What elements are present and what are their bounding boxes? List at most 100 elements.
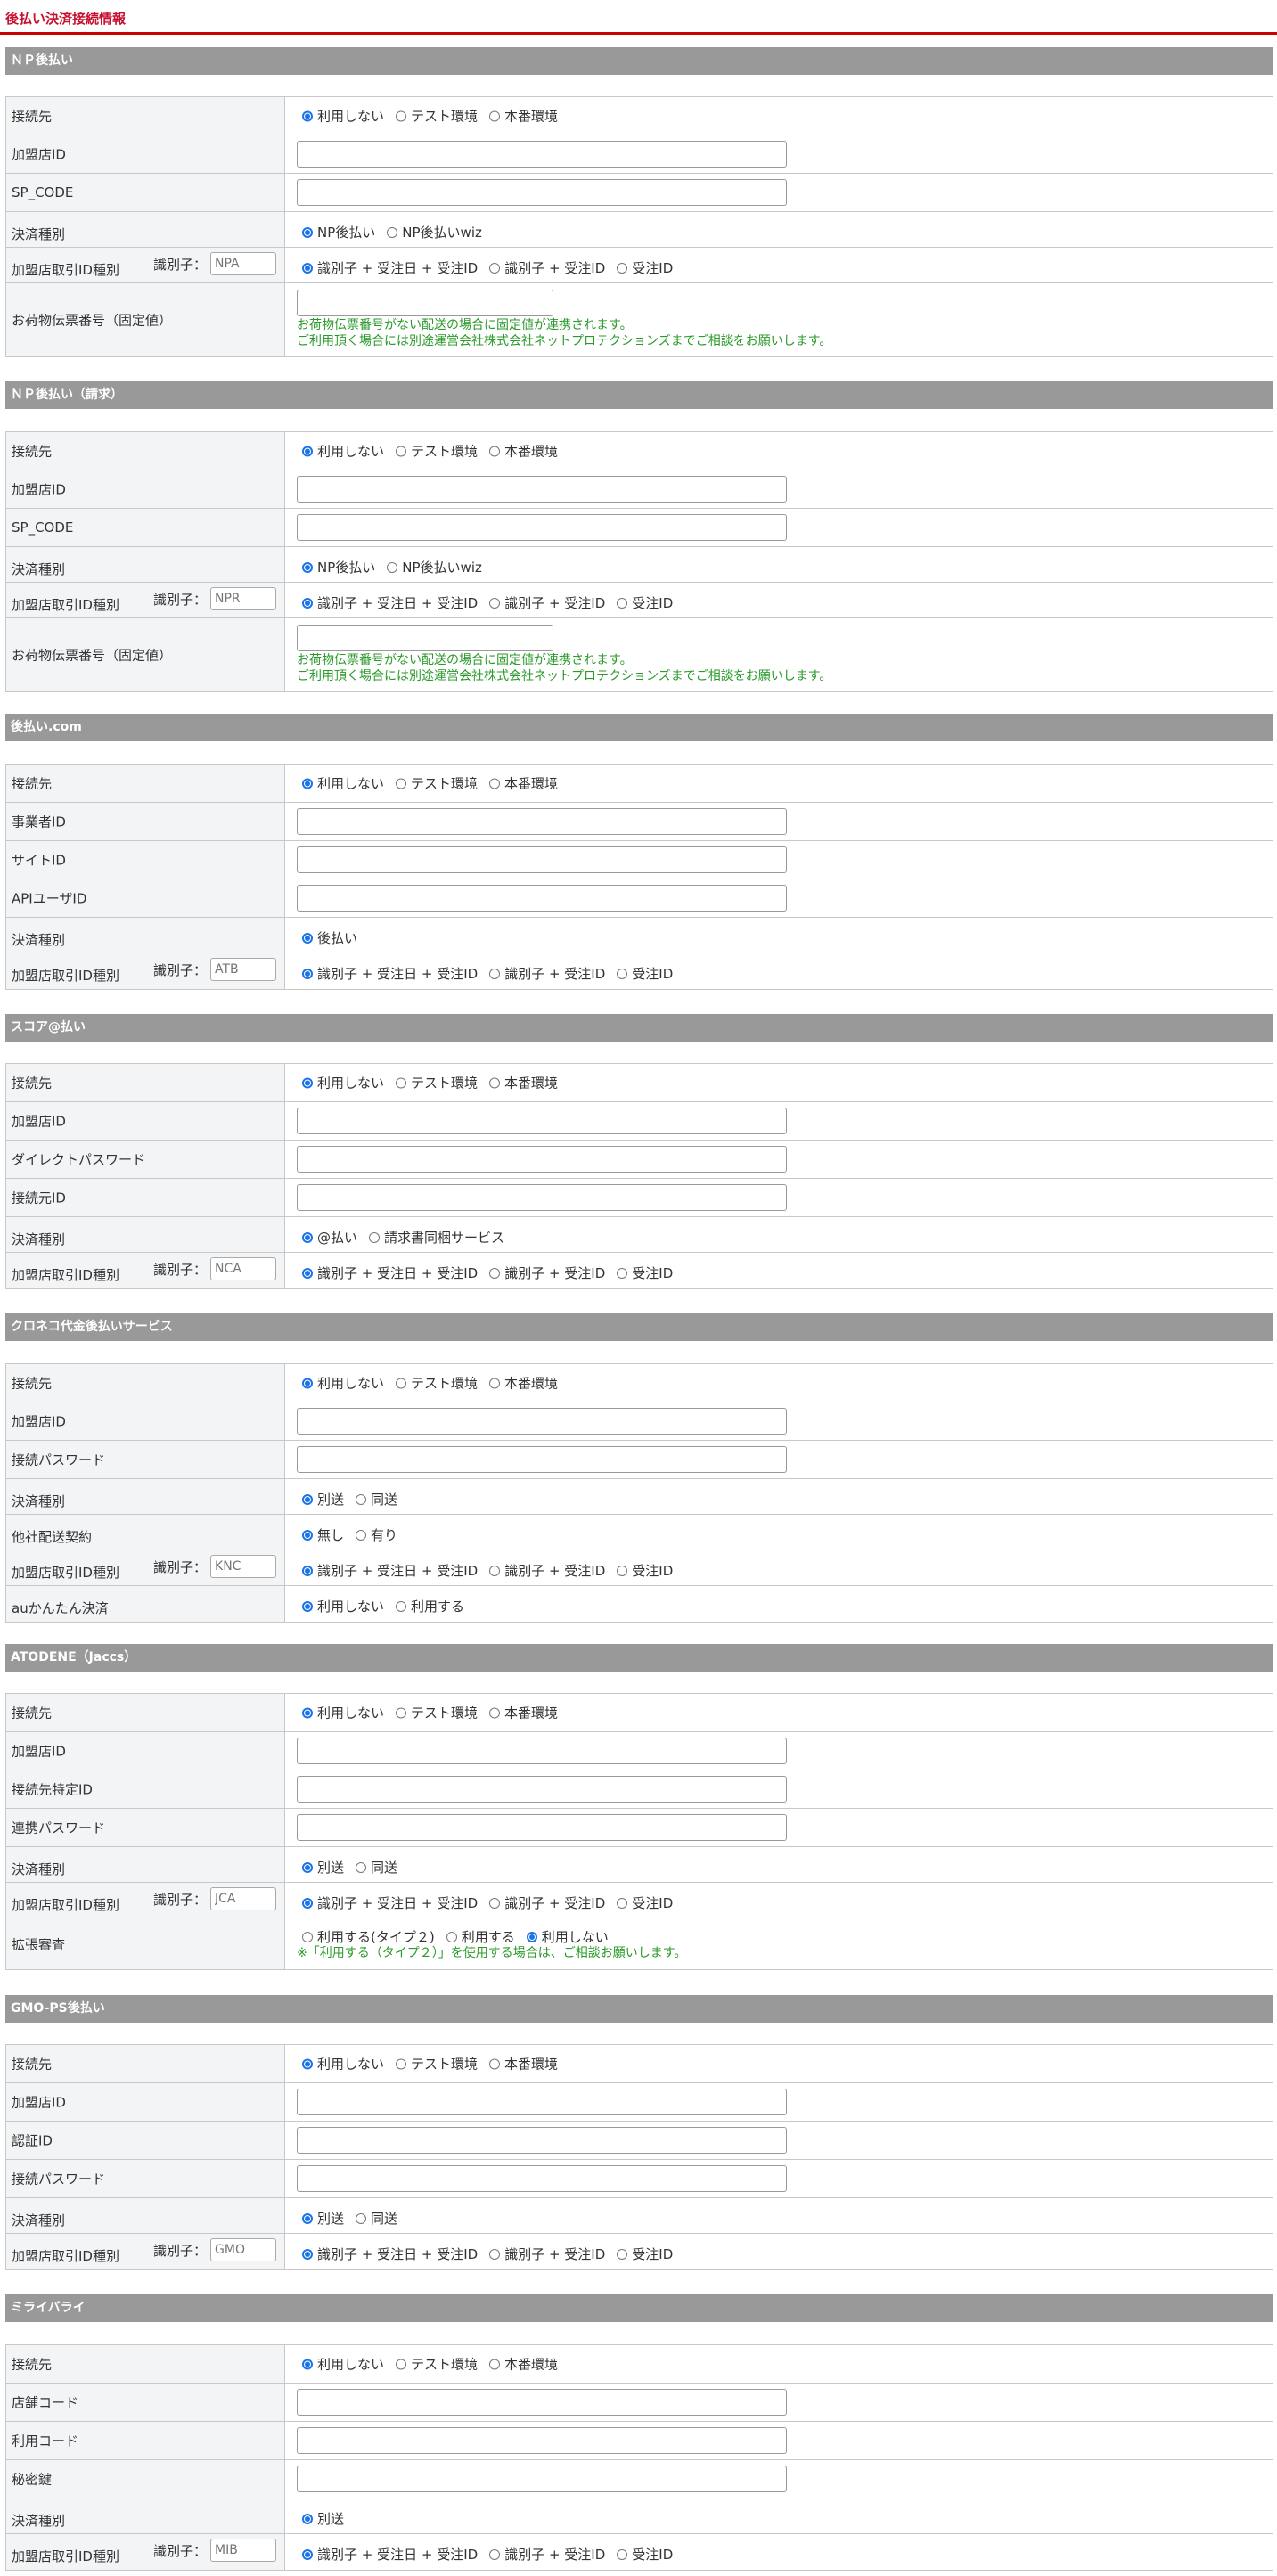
radio-unchecked-icon[interactable] [617,1565,628,1576]
npr-conn-option-prod[interactable]: 本番環境 [489,442,558,461]
np-type-option-np[interactable]: NP後払い [302,223,375,241]
radio-checked-icon[interactable] [302,262,313,274]
radio-unchecked-icon[interactable] [356,1861,367,1873]
mib-conn-option-test[interactable]: テスト環境 [396,2355,478,2374]
nca-conn-option-none[interactable]: 利用しない [302,1074,384,1092]
knc-type-option-enclosed[interactable]: 同送 [356,1490,397,1509]
npr-sp-code-input[interactable] [297,514,787,541]
mib-conn-option-prod[interactable]: 本番環境 [489,2355,558,2374]
gmo-type-option-separate[interactable]: 別送 [302,2209,344,2228]
np-conn-option-none[interactable]: 利用しない [302,107,384,126]
radio-checked-icon[interactable] [302,1267,313,1279]
jca-type-option-enclosed[interactable]: 同送 [356,1858,397,1877]
nca-idtype-option-ident-order[interactable]: 識別子 + 受注ID [489,1263,605,1282]
np-identifier-input[interactable] [210,252,277,275]
np-type-option-wiz[interactable]: NP後払いwiz [387,223,482,241]
radio-checked-icon[interactable] [302,2212,313,2224]
radio-unchecked-icon[interactable] [387,226,398,238]
knc-au-option-off[interactable]: 利用しない [302,1597,384,1615]
jca-identifier-input[interactable] [210,1887,277,1910]
radio-unchecked-icon[interactable] [617,597,628,609]
jca-idtype-option-full[interactable]: 識別子 + 受注日 + 受注ID [302,1893,478,1912]
radio-unchecked-icon[interactable] [617,262,628,274]
radio-unchecked-icon[interactable] [617,2248,628,2260]
radio-unchecked-icon[interactable] [489,2058,501,2069]
knc-delivery-option-yes[interactable]: 有り [356,1525,397,1544]
nca-type-option-atpay[interactable]: @払い [302,1228,357,1247]
gmo-conn-password-input[interactable] [297,2165,787,2192]
np-sp-code-input[interactable] [297,179,787,206]
npr-identifier-input[interactable] [210,587,277,610]
radio-checked-icon[interactable] [302,2548,313,2560]
nca-conn-source-id-input[interactable] [297,1184,787,1211]
atb-idtype-option-ident-order[interactable]: 識別子 + 受注ID [489,964,605,983]
mib-idtype-option-order[interactable]: 受注ID [617,2545,673,2564]
radio-unchecked-icon[interactable] [617,1267,628,1279]
radio-unchecked-icon[interactable] [302,1931,313,1942]
atb-business-id-input[interactable] [297,808,787,835]
radio-unchecked-icon[interactable] [489,1897,501,1909]
radio-unchecked-icon[interactable] [489,778,501,789]
radio-unchecked-icon[interactable] [489,1077,501,1088]
nca-idtype-option-full[interactable]: 識別子 + 受注日 + 受注ID [302,1263,478,1282]
radio-unchecked-icon[interactable] [489,446,501,456]
radio-unchecked-icon[interactable] [396,2058,407,2069]
radio-unchecked-icon[interactable] [369,1231,381,1243]
radio-checked-icon[interactable] [302,2248,313,2260]
radio-checked-icon[interactable] [302,1378,313,1388]
atb-conn-option-test[interactable]: テスト環境 [396,774,478,793]
radio-checked-icon[interactable] [302,1077,313,1088]
np-conn-option-test[interactable]: テスト環境 [396,107,478,126]
mib-secret-key-input[interactable] [297,2466,787,2492]
radio-unchecked-icon[interactable] [396,778,407,789]
knc-au-option-on[interactable]: 利用する [396,1597,464,1615]
radio-checked-icon[interactable] [302,1231,313,1243]
gmo-merchant-id-input[interactable] [297,2089,787,2115]
radio-checked-icon[interactable] [302,2513,313,2524]
knc-idtype-option-ident-order[interactable]: 識別子 + 受注ID [489,1561,605,1580]
jca-link-password-input[interactable] [297,1814,787,1841]
radio-checked-icon[interactable] [302,2359,313,2369]
radio-checked-icon[interactable] [302,968,313,979]
mib-idtype-option-ident-order[interactable]: 識別子 + 受注ID [489,2545,605,2564]
radio-checked-icon[interactable] [302,446,313,456]
radio-checked-icon[interactable] [302,1529,313,1541]
nca-merchant-id-input[interactable] [297,1108,787,1134]
radio-unchecked-icon[interactable] [356,2212,367,2224]
atb-type-option-atobarai[interactable]: 後払い [302,928,357,947]
np-merchant-id-input[interactable] [297,141,787,168]
gmo-identifier-input[interactable] [210,2238,277,2261]
mib-conn-option-none[interactable]: 利用しない [302,2355,384,2374]
gmo-type-option-enclosed[interactable]: 同送 [356,2209,397,2228]
nca-conn-option-prod[interactable]: 本番環境 [489,1074,558,1092]
jca-ext-option-type2[interactable]: 利用する(タイプ２) [302,1927,435,1946]
jca-ext-option-none[interactable]: 利用しない [526,1927,609,1946]
knc-idtype-option-full[interactable]: 識別子 + 受注日 + 受注ID [302,1561,478,1580]
radio-unchecked-icon[interactable] [617,1897,628,1909]
radio-unchecked-icon[interactable] [489,1378,501,1388]
nca-type-option-invoice[interactable]: 請求書同梱サービス [369,1228,504,1247]
gmo-idtype-option-ident-order[interactable]: 識別子 + 受注ID [489,2245,605,2263]
radio-checked-icon[interactable] [302,1493,313,1505]
mib-shop-code-input[interactable] [297,2389,787,2416]
radio-checked-icon[interactable] [302,1707,313,1718]
atb-site-id-input[interactable] [297,846,787,873]
radio-unchecked-icon[interactable] [617,968,628,979]
radio-unchecked-icon[interactable] [489,1565,501,1576]
radio-unchecked-icon[interactable] [446,1931,457,1942]
radio-unchecked-icon[interactable] [396,1077,407,1088]
nca-direct-password-input[interactable] [297,1146,787,1173]
knc-conn-password-input[interactable] [297,1446,787,1473]
radio-unchecked-icon[interactable] [617,2548,628,2560]
radio-unchecked-icon[interactable] [396,110,407,121]
knc-conn-option-prod[interactable]: 本番環境 [489,1374,558,1393]
gmo-idtype-option-full[interactable]: 識別子 + 受注日 + 受注ID [302,2245,478,2263]
knc-type-option-separate[interactable]: 別送 [302,1490,344,1509]
jca-ext-option-use[interactable]: 利用する [446,1927,515,1946]
radio-checked-icon[interactable] [302,932,313,944]
np-idtype-option-order[interactable]: 受注ID [617,258,673,277]
radio-checked-icon[interactable] [302,778,313,789]
atb-api-user-id-input[interactable] [297,885,787,912]
radio-unchecked-icon[interactable] [356,1529,367,1541]
mib-use-code-input[interactable] [297,2427,787,2454]
